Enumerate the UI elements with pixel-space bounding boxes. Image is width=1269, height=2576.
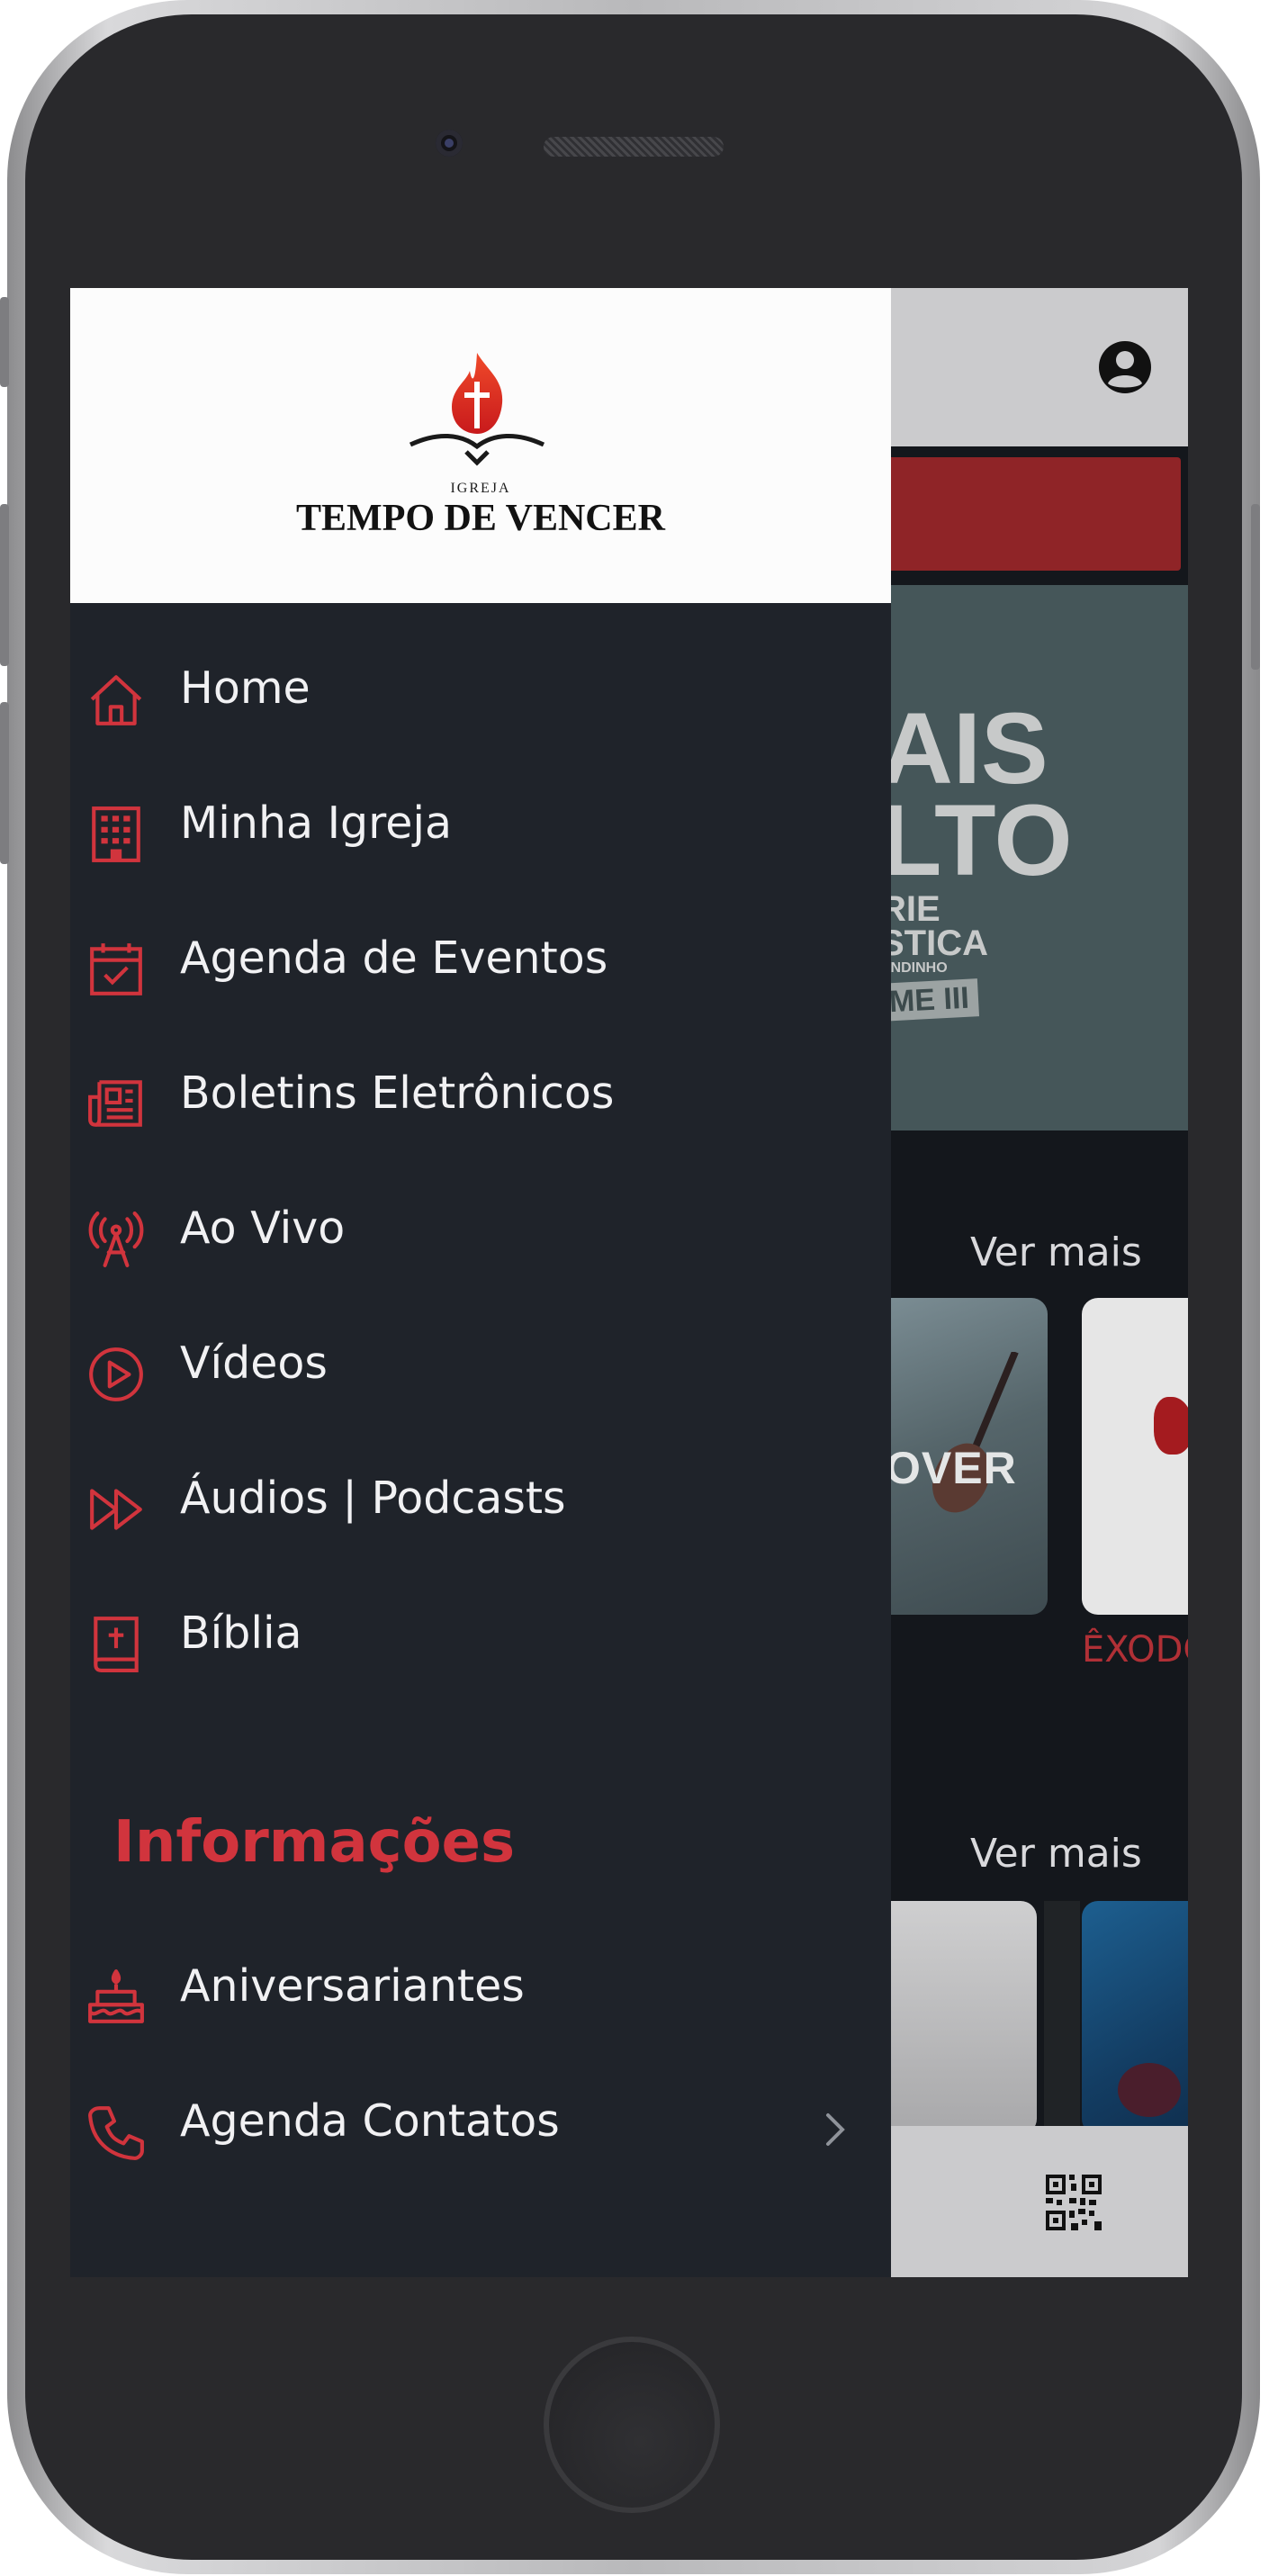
- media-thumbnail-divider: [1044, 1901, 1080, 2135]
- calendar-check-icon: [90, 943, 142, 995]
- mute-switch: [0, 297, 9, 387]
- menu-label: Ao Vivo: [180, 1202, 346, 1254]
- birthday-cake-icon: [88, 1969, 144, 2023]
- power-button: [1251, 504, 1260, 670]
- thumbnail-text: OVER: [886, 1443, 1017, 1493]
- qr-code-icon[interactable]: [1046, 2175, 1102, 2230]
- menu-label: Boletins Eletrônicos: [180, 1067, 615, 1119]
- banner-text-2: LTO: [880, 784, 1073, 896]
- menu-label: Home: [180, 662, 310, 714]
- home-button[interactable]: [544, 2337, 720, 2513]
- menu-item-videos[interactable]: Vídeos: [70, 1302, 891, 1437]
- media-title[interactable]: ÊXODO: [1082, 1629, 1188, 1671]
- newspaper-icon: [88, 1080, 142, 1127]
- phone-icon: [88, 2106, 144, 2160]
- menu-label: Agenda de Eventos: [180, 932, 608, 984]
- menu-label: Agenda Contatos: [180, 2095, 560, 2147]
- play-circle-icon: [89, 1347, 143, 1401]
- user-profile-icon[interactable]: [1096, 338, 1154, 396]
- drawer-header: IGREJA TEMPO DE VENCER: [70, 288, 891, 603]
- menu-label: Áudios | Podcasts: [180, 1473, 566, 1524]
- volume-up-button: [0, 504, 9, 666]
- media-thumbnail[interactable]: [880, 1901, 1037, 2135]
- section-title-informacoes: Informações: [113, 1809, 516, 1876]
- banner-text-4: STICA: [880, 923, 988, 963]
- menu-item-minha-igreja[interactable]: Minha Igreja: [70, 761, 891, 896]
- see-more-link-1[interactable]: Ver mais: [970, 1229, 1142, 1275]
- banner-text-6: ME III: [880, 978, 979, 1022]
- menu-item-boletins[interactable]: Boletins Eletrônicos: [70, 1031, 891, 1166]
- menu-item-agenda-eventos[interactable]: Agenda de Eventos: [70, 896, 891, 1031]
- menu-label: Aniversariantes: [180, 1960, 525, 2012]
- menu-item-biblia[interactable]: Bíblia: [70, 1572, 891, 1707]
- fast-forward-icon: [90, 1489, 142, 1530]
- menu-item-ao-vivo[interactable]: Ao Vivo: [70, 1166, 891, 1302]
- menu-item-audios-podcasts[interactable]: Áudios | Podcasts: [70, 1437, 891, 1572]
- menu-label: Vídeos: [180, 1338, 328, 1389]
- menu-item-agenda-contatos[interactable]: Agenda Contatos: [70, 2059, 891, 2194]
- church-logo-icon: [409, 353, 545, 466]
- media-thumbnail[interactable]: [1082, 1901, 1188, 2135]
- home-icon: [90, 675, 142, 725]
- app-screen: AIS LTO RIE STICA ANDINHO ME III Ver mai…: [70, 288, 1188, 2277]
- menu-item-home[interactable]: Home: [70, 626, 891, 761]
- building-icon: [92, 806, 140, 862]
- media-thumbnail[interactable]: [1082, 1298, 1188, 1615]
- broadcast-tower-icon: [88, 1211, 144, 1267]
- chevron-right-icon: [826, 2113, 845, 2146]
- front-camera: [436, 130, 463, 157]
- featured-banner[interactable]: AIS LTO RIE STICA ANDINHO ME III: [880, 585, 1188, 1130]
- earpiece-speaker: [544, 137, 724, 157]
- navigation-drawer: IGREJA TEMPO DE VENCER Home Minha Igreja: [70, 288, 891, 2277]
- logo-title: TEMPO DE VENCER: [296, 498, 665, 539]
- red-banner-bar[interactable]: [880, 457, 1181, 571]
- volume-down-button: [0, 702, 9, 864]
- bible-icon: [94, 1617, 139, 1672]
- menu-item-aniversariantes[interactable]: Aniversariantes: [70, 1924, 891, 2059]
- bottom-bar: [880, 2126, 1188, 2277]
- menu-label: Minha Igreja: [180, 797, 453, 849]
- menu-label: Bíblia: [180, 1608, 302, 1659]
- see-more-link-2[interactable]: Ver mais: [970, 1831, 1142, 1877]
- media-thumbnail[interactable]: OVER: [880, 1298, 1048, 1615]
- logo-subtitle: IGREJA: [450, 481, 511, 496]
